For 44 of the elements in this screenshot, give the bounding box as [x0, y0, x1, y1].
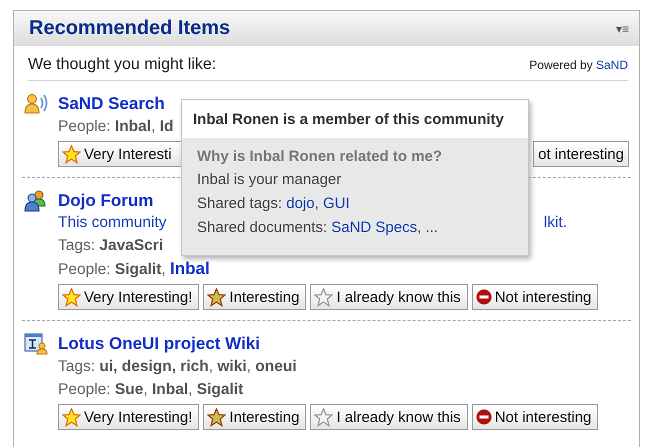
shared-line: Shared documents: SaND Specs, ...: [197, 218, 439, 238]
shared-line: Shared tags: dojo, GUI: [197, 194, 351, 214]
powered-by-text: Powered by SaND: [529, 58, 628, 72]
description-link[interactable]: lkit.: [544, 212, 567, 234]
star-outline-icon: [314, 288, 334, 306]
intro-text: We thought you might like:: [28, 56, 216, 74]
detail-line: People: Sue, Inbal, Sigalit: [58, 380, 244, 400]
description-link[interactable]: This community: [58, 212, 167, 234]
no-entry-icon: [476, 289, 492, 305]
item-title-link[interactable]: SaND Search: [58, 93, 165, 115]
tooltip-title: Inbal Ronen is a member of this community: [182, 100, 528, 138]
already-know-button[interactable]: I already know this: [310, 404, 468, 430]
shared-link[interactable]: SaND Specs: [331, 219, 418, 236]
detail-line: Tags: JavaScri: [58, 236, 164, 256]
rating-button[interactable]: Interesting: [203, 284, 306, 310]
item-title-link[interactable]: Lotus OneUI project Wiki: [58, 333, 260, 355]
not-interesting-button[interactable]: Not interesting: [472, 404, 598, 430]
item-title-link[interactable]: Dojo Forum: [58, 190, 154, 212]
star-icon: [207, 288, 226, 306]
rating-button[interactable]: Very Interesting!: [58, 404, 200, 430]
people-group-icon: [24, 190, 48, 212]
rating-button[interactable]: Interesting: [203, 404, 306, 430]
person-link[interactable]: Inbal: [170, 259, 210, 278]
rating-button[interactable]: Very Interesting!: [58, 284, 200, 310]
star-icon: [207, 408, 226, 426]
already-know-button[interactable]: I already know this: [310, 284, 468, 310]
shared-link[interactable]: dojo: [286, 195, 315, 212]
not-interesting-button[interactable]: Not interesting: [472, 284, 598, 310]
star-icon: [62, 288, 81, 306]
tooltip-reason: Inbal is your manager: [197, 170, 342, 190]
star-icon: [62, 144, 81, 164]
star-icon: [62, 408, 81, 426]
panel-title: Recommended Items: [29, 17, 230, 40]
detail-line: Tags: ui, design, rich, wiki, oneui: [58, 357, 297, 377]
rating-button[interactable]: ot interesting: [533, 141, 629, 167]
star-outline-icon: [314, 408, 334, 426]
shared-link[interactable]: GUI: [322, 195, 350, 212]
menu-icon[interactable]: ▾≡: [616, 22, 629, 36]
sand-link[interactable]: SaND: [596, 58, 628, 72]
detail-line: People: Inbal, Id: [58, 117, 174, 137]
wiki-icon: [24, 333, 48, 355]
no-entry-icon: [476, 409, 492, 425]
detail-line: People: Sigalit, Inbal: [58, 258, 210, 280]
community-icon: [24, 93, 50, 115]
